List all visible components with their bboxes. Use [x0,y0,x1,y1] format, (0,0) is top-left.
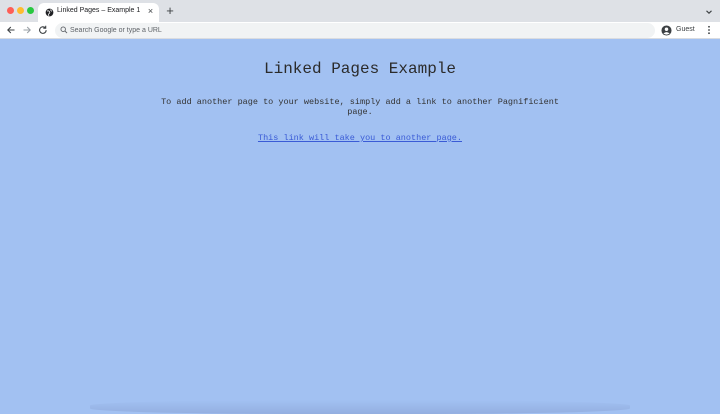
forward-arrow-icon[interactable] [21,24,33,36]
tab-strip: Linked Pages – Example 1 × + [0,0,720,22]
address-bar[interactable] [55,23,655,38]
tab-active[interactable]: Linked Pages – Example 1 × [38,3,159,22]
another-page-link[interactable]: This link will take you to another page. [258,133,462,143]
bottom-shadow [90,400,630,414]
close-window-button[interactable] [7,7,14,14]
intro-paragraph: To add another page to your website, sim… [161,97,559,117]
web-page-content: Linked Pages Example To add another page… [0,40,720,414]
avatar-icon [661,25,672,36]
maximize-window-button[interactable] [27,7,34,14]
more-options-icon[interactable] [703,24,715,36]
new-tab-button[interactable]: + [164,4,176,17]
browser-toolbar: Guest [0,22,720,39]
reload-icon[interactable] [37,24,49,36]
profile-label: Guest [676,26,695,33]
minimize-window-button[interactable] [17,7,24,14]
globe-icon [45,8,54,17]
page-title: Linked Pages Example [263,60,457,78]
tab-title: Linked Pages – Example 1 [57,7,141,14]
chevron-down-icon[interactable] [703,6,715,18]
link-container: This link will take you to another page. [0,133,720,143]
profile-button[interactable]: Guest [659,23,700,38]
back-arrow-icon[interactable] [5,24,17,36]
address-input[interactable] [70,23,630,38]
search-icon [60,26,68,34]
tab-close-icon[interactable]: × [146,7,155,16]
